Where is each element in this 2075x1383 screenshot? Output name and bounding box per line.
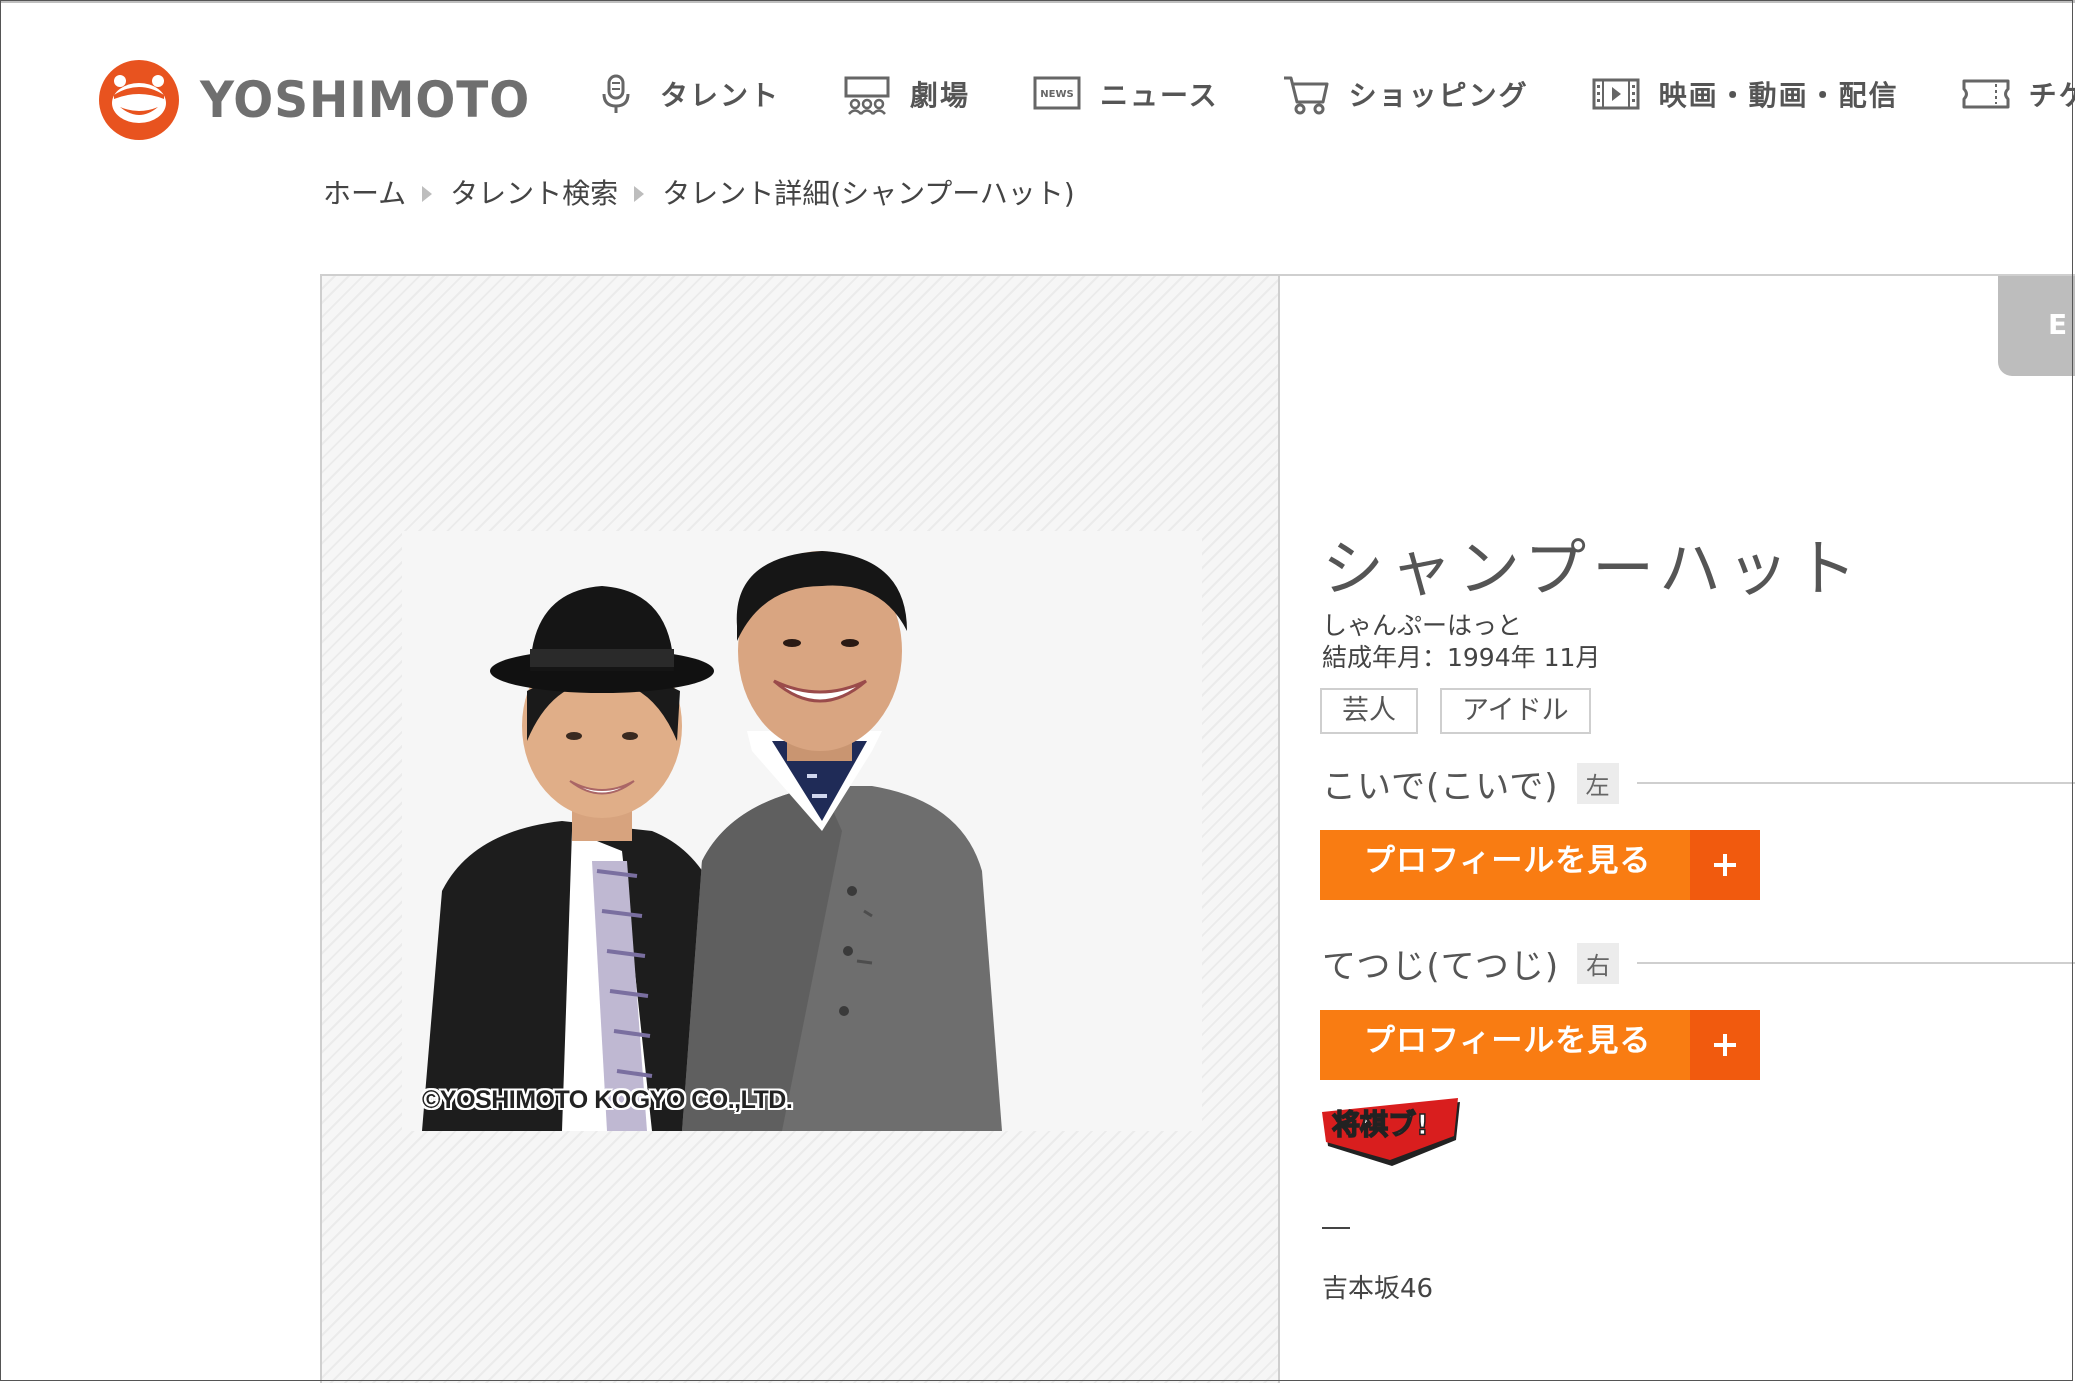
shogi-badge-text: 将棋ブ! [1332,1108,1429,1141]
talent-reading: しゃんぷーはっと [1322,611,1523,640]
profile-button-label: プロフィールを見る [1320,830,1690,900]
side-tab-label: E [2048,308,2068,341]
nav-item-shopping[interactable]: ショッピング [1281,72,1529,116]
profile-button-koide[interactable]: プロフィールを見る [1320,830,1760,900]
nav-label-news: ニュース [1100,79,1219,112]
tag-idol[interactable]: アイドル [1440,688,1591,734]
nav-label-theater: 劇場 [910,79,971,112]
member-name: てつじ(てつじ) [1322,946,1560,987]
plus-icon [1690,830,1760,900]
breadcrumb-arrow-icon [422,186,433,202]
breadcrumb: ホーム タレント検索 タレント詳細(シャンプーハット) [323,172,1075,212]
nav-label-ticket: チケット [2028,79,2075,112]
plus-icon [1690,1010,1760,1080]
info-panel-border [1280,274,2075,276]
divider [1637,962,2075,964]
talent-photo: ©YOSHIMOTO KOGYO CO.,LTD. [402,531,1202,1131]
breadcrumb-home[interactable]: ホーム [323,172,406,212]
formation-date: 結成年月：1994年 11月 [1322,643,1601,672]
shopping-cart-icon [1283,76,1329,115]
category-tags: 芸人 アイドル [1320,688,1613,734]
breadcrumb-arrow-icon [634,186,645,202]
member-position-badge: 左 [1576,762,1619,804]
photo-panel: ©YOSHIMOTO KOGYO CO.,LTD. [320,274,1280,1383]
tag-comedian[interactable]: 芸人 [1320,688,1418,734]
shogi-club-badge[interactable]: 将棋ブ! [1318,1096,1466,1168]
news-icon: NEWS [1033,76,1081,110]
photo-copyright: ©YOSHIMOTO KOGYO CO.,LTD. [422,1086,793,1114]
yoshimoto-logo[interactable]: YOSHIMOTO [98,58,551,142]
main-nav: タレント 劇場 NEWS ニュース ショッピング 映画・動画・配信 チケ [592,66,2075,122]
member-koide: こいで(こいで) 左 [1322,758,2075,808]
nav-label-talent: タレント [660,79,781,112]
film-icon [1592,78,1640,110]
svg-text:NEWS: NEWS [1040,89,1073,100]
profile-button-label: プロフィールを見る [1320,1010,1690,1080]
divider [1636,782,2075,784]
profile-button-tetsuji[interactable]: プロフィールを見る [1320,1010,1760,1080]
microphone-icon [602,74,630,113]
nav-label-movies: 映画・動画・配信 [1658,79,1899,112]
nav-item-ticket[interactable]: チケット [1961,72,2075,116]
separator-dash [1322,1227,1350,1229]
nav-item-movies[interactable]: 映画・動画・配信 [1591,72,1899,116]
side-tab[interactable]: E [1998,276,2075,376]
nav-item-theater[interactable]: 劇場 [842,72,970,116]
breadcrumb-current: タレント詳細(シャンプーハット) [662,177,1075,210]
talent-name: シャンプーハット [1322,531,1863,605]
nav-item-news[interactable]: NEWS ニュース [1032,72,1219,116]
theater-icon [844,76,890,115]
nav-item-talent[interactable]: タレント [592,72,780,116]
top-border [0,0,2075,3]
ticket-icon [1962,79,2010,109]
logo-text: YOSHIMOTO [200,71,531,129]
member-name: こいで(こいで) [1322,766,1559,807]
group-link-yoshimotozaka46[interactable]: 吉本坂46 [1322,1268,1433,1305]
nav-label-shopping: ショッピング [1348,79,1529,112]
logo-face-icon [99,60,179,140]
member-tetsuji: てつじ(てつじ) 右 [1322,938,2075,988]
member-position-badge: 右 [1577,942,1620,984]
breadcrumb-talent-search[interactable]: タレント検索 [450,172,618,212]
photo-illustration [402,531,1202,1131]
